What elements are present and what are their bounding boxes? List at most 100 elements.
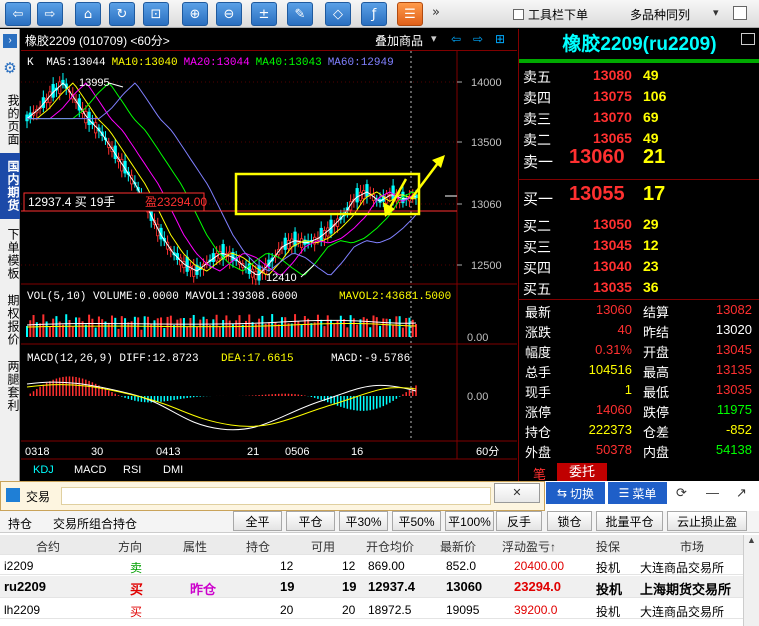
candle-body xyxy=(290,238,294,248)
vol-tick-label: 0.00 xyxy=(467,332,488,344)
volume-bar xyxy=(114,317,117,337)
chart-canvas[interactable]: 14000 13500 13060 12500 13995 12410 12937.4 买 … xyxy=(21,29,517,481)
volume-bar xyxy=(385,318,388,337)
column-header[interactable]: 方向 xyxy=(118,538,142,555)
column-header[interactable]: 浮动盈亏↑ xyxy=(502,538,556,555)
quote-stat-row: 涨跌 40 昨结 13020 xyxy=(519,322,759,342)
close-icon[interactable]: ✕ xyxy=(494,483,540,503)
gear-icon[interactable]: ⚙ xyxy=(2,59,18,77)
table-cell: 18972.5 xyxy=(368,603,412,617)
column-header[interactable]: 合约 xyxy=(36,538,60,555)
volume-bar xyxy=(349,315,352,337)
sidebar-item-option-quote[interactable]: 期权报价 xyxy=(0,289,20,351)
table-cell: 12 xyxy=(280,559,294,573)
table-row[interactable]: i2209 卖 12 12 869.00 852.0 20400.00 投机 大连商品交易所 xyxy=(0,556,759,575)
candle-body xyxy=(355,188,359,203)
table-scrollbar[interactable]: ▲ xyxy=(743,535,759,626)
sidebar-item-order-template[interactable]: 下单模板 xyxy=(0,223,20,285)
period-label: 60分 xyxy=(476,445,499,458)
column-header[interactable]: 开仓均价 xyxy=(366,538,414,555)
action-button-0[interactable]: 全平 xyxy=(233,511,282,531)
order-book-row[interactable]: 买四 13040 23 xyxy=(519,258,759,278)
home-icon[interactable]: ⌂ xyxy=(75,2,101,26)
sidebar-item-two-leg-arbitrage[interactable]: 两腿套利 xyxy=(0,355,20,417)
price-tick-label: 13500 xyxy=(471,137,502,149)
action-button-3[interactable]: 平50% xyxy=(392,511,441,531)
order-book-row[interactable]: 卖三 13070 69 xyxy=(519,109,759,129)
column-header[interactable]: 可用 xyxy=(311,538,335,555)
function-icon[interactable]: ƒ xyxy=(361,2,387,26)
quote-panel-toggle-icon[interactable] xyxy=(741,33,755,45)
high-price-label: 13995 xyxy=(79,77,110,89)
volume-bar xyxy=(176,319,179,337)
draw-icon[interactable]: ✎ xyxy=(287,2,313,26)
candle-body xyxy=(293,231,297,247)
action-button-5[interactable]: 反手 xyxy=(496,511,542,531)
multi-product-select[interactable]: 多品种同列 xyxy=(630,6,690,23)
table-cell: 投机 xyxy=(596,561,621,575)
order-book-row[interactable]: 卖五 13080 49 xyxy=(519,67,759,87)
action-button-2[interactable]: 平30% xyxy=(339,511,388,531)
table-row[interactable]: ru2209 买 昨仓 19 19 12937.4 13060 23294.0 投机 上海期货交易… xyxy=(0,576,759,598)
menu-button[interactable]: ☰ 菜单 xyxy=(608,482,667,504)
zoom-out-icon[interactable]: ⊖ xyxy=(216,2,242,26)
volume-bar xyxy=(251,322,254,337)
order-book-row[interactable]: 买五 13035 36 xyxy=(519,279,759,299)
action-button-8[interactable]: 云止损止盈 xyxy=(667,511,747,531)
action-button-6[interactable]: 锁仓 xyxy=(547,511,592,531)
refresh-icon[interactable]: ↻ xyxy=(109,2,135,26)
column-header[interactable]: 投保 xyxy=(596,538,620,555)
table-cell: i2209 xyxy=(4,559,34,573)
switch-button[interactable]: ⇆ 切换 xyxy=(546,482,605,504)
popout-icon[interactable]: ↗ xyxy=(736,485,747,501)
volume-bar xyxy=(192,314,195,337)
column-header[interactable]: 持仓 xyxy=(246,538,270,555)
stat-value: 13035 xyxy=(715,382,752,397)
action-button-1[interactable]: 平仓 xyxy=(286,511,335,531)
macd-tick-label: 0.00 xyxy=(467,391,488,403)
minimize-icon[interactable]: — xyxy=(706,485,719,500)
kline-chart-area[interactable]: 橡胶2209 (010709) <60分> 叠加商品 ▾ ⇦ ⇨ ⊞ K MA5… xyxy=(21,29,517,481)
crop-icon[interactable]: ⊡ xyxy=(143,2,169,26)
forward-icon[interactable]: ⇨ xyxy=(37,2,63,26)
toolbar-square-checkbox[interactable] xyxy=(733,6,747,20)
order-book-row[interactable]: 卖四 13075 106 xyxy=(519,88,759,108)
expand-arrow-icon[interactable]: › xyxy=(3,34,17,48)
back-icon[interactable]: ⇦ xyxy=(5,2,31,26)
toolbar-more-icon[interactable]: » xyxy=(432,5,440,20)
zoom-in-icon[interactable]: ⊕ xyxy=(182,2,208,26)
trade-window-body xyxy=(61,487,491,505)
tab-orders[interactable]: 委托 xyxy=(557,463,607,481)
column-header[interactable]: 属性 xyxy=(183,538,207,555)
trade-app-icon xyxy=(6,488,20,502)
table-cell: 昨仓 xyxy=(190,582,217,597)
scroll-up-icon[interactable]: ▲ xyxy=(747,535,756,545)
column-header[interactable]: 市场 xyxy=(680,538,704,555)
refresh-icon[interactable]: ⟳ xyxy=(676,485,687,501)
dropdown-chevron-icon[interactable]: ▾ xyxy=(713,6,719,19)
order-book-row[interactable]: 买二 13050 29 xyxy=(519,216,759,236)
order-book-row[interactable]: 买三 13045 12 xyxy=(519,237,759,257)
sidebar-item-domestic-futures[interactable]: 国内期货 xyxy=(0,153,20,219)
stat-label: 结算 xyxy=(643,305,670,320)
tab-positions[interactable]: 持仓 xyxy=(8,515,32,532)
formula-icon[interactable]: ± xyxy=(251,2,277,26)
tag-icon[interactable]: ◇ xyxy=(325,2,351,26)
sidebar-item-my-page[interactable]: 我的页面 xyxy=(0,89,20,151)
toolbar-order-checkbox[interactable]: 工具栏下单 xyxy=(513,6,588,23)
column-header[interactable]: 最新价 xyxy=(440,538,476,555)
order-book-row[interactable]: 卖一 13060 21 xyxy=(519,146,759,176)
volume-bar xyxy=(52,318,55,337)
action-button-4[interactable]: 平100% xyxy=(445,511,494,531)
volume-bar xyxy=(71,326,74,337)
date-tick-label: 0506 xyxy=(285,446,309,458)
checkbox-icon[interactable] xyxy=(513,9,524,20)
action-button-7[interactable]: 批量平仓 xyxy=(596,511,663,531)
tab-exchange-combo[interactable]: 交易所组合持仓 xyxy=(53,515,137,532)
table-row[interactable]: lh2209 买 20 20 18972.5 19095 39200.0 投机 大连商品交易所 xyxy=(0,600,759,619)
table-cell: 卖 xyxy=(130,561,143,575)
stats-divider xyxy=(519,299,759,300)
volume-bar xyxy=(117,328,120,337)
order-book-row[interactable]: 买一 13055 17 xyxy=(519,183,759,213)
list-icon[interactable]: ☰ xyxy=(397,2,423,26)
